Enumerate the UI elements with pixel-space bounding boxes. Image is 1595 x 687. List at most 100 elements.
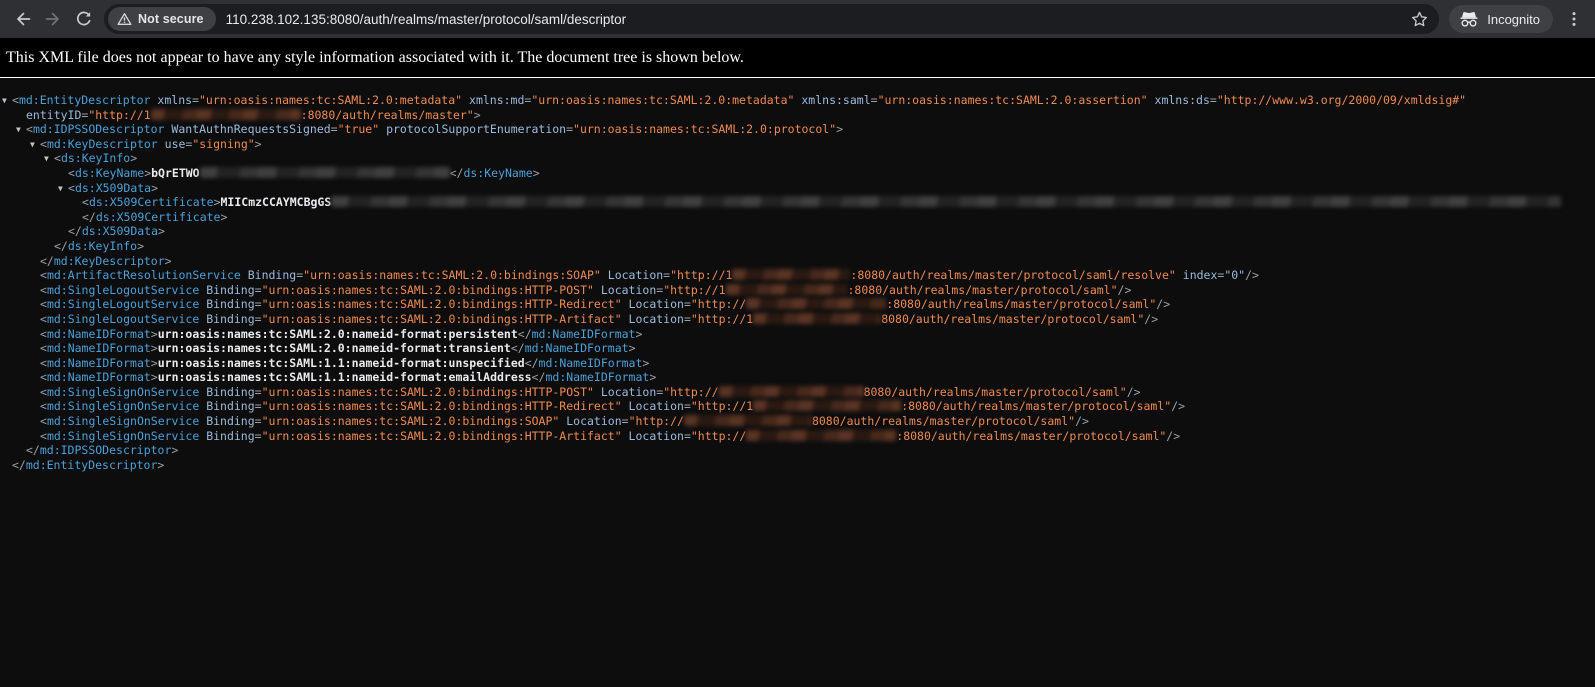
redacted-text	[200, 167, 450, 178]
url-text[interactable]: 110.238.102.135:8080/auth/realms/master/…	[226, 12, 1411, 27]
xml-attribute-value: "urn:oasis:names:tc:SAML:2.0:assertion"	[878, 93, 1148, 107]
collapse-toggle-icon[interactable]: ▼	[16, 123, 26, 138]
reload-button[interactable]	[68, 4, 98, 34]
xml-punctuation: =	[331, 122, 338, 136]
xml-line: <md:SingleLogoutService Binding="urn:oas…	[0, 297, 1595, 312]
xml-attribute-value: "urn:oasis:names:tc:SAML:2.0:bindings:HT…	[262, 297, 622, 311]
xml-attribute-value: :8080/auth/realms/master"	[301, 108, 474, 122]
xml-punctuation: </	[450, 166, 464, 180]
xml-punctuation: </	[54, 239, 68, 253]
xml-punctuation: =	[192, 93, 199, 107]
xml-attribute-name: protocolSupportEnumeration	[379, 122, 566, 136]
xml-attribute-value: :8080/auth/realms/master/protocol/saml"	[901, 399, 1171, 413]
xml-attribute-name: Location	[622, 429, 684, 443]
xml-tag-name: md:SingleSignOnService	[47, 399, 199, 413]
xml-punctuation: <	[40, 268, 47, 282]
xml-attribute-value: "urn:oasis:names:tc:SAML:2.0:metadata"	[531, 93, 794, 107]
xml-tag-name: ds:X509Certificate	[96, 210, 221, 224]
xml-attribute-value: 8080/auth/realms/master/protocol/saml"	[881, 312, 1144, 326]
xml-tag-name: ds:KeyInfo	[68, 239, 137, 253]
xml-attribute-value: "urn:oasis:names:tc:SAML:2.0:bindings:SO…	[303, 268, 601, 282]
xml-punctuation: >	[158, 224, 165, 238]
incognito-label: Incognito	[1487, 12, 1540, 27]
xml-attribute-name: Binding	[199, 297, 254, 311]
xml-line: </md:KeyDescriptor>	[0, 254, 1595, 269]
xml-tag-name: ds:X509Data	[75, 181, 151, 195]
redacted-text	[746, 298, 886, 309]
forward-button[interactable]	[38, 4, 68, 34]
xml-punctuation: >	[220, 210, 227, 224]
warning-triangle-icon	[117, 12, 132, 26]
collapse-toggle-icon[interactable]: ▼	[2, 94, 12, 109]
xml-viewer-banner-text: This XML file does not appear to have an…	[6, 49, 1587, 67]
xml-attribute-value: "http://1	[663, 283, 725, 297]
back-button[interactable]	[8, 4, 38, 34]
xml-punctuation: <	[40, 297, 47, 311]
xml-text-content: urn:oasis:names:tc:SAML:2.0:nameid-forma…	[158, 341, 511, 355]
xml-attribute-name: xmlns:md	[462, 93, 524, 107]
url-bar[interactable]: Not secure 110.238.102.135:8080/auth/rea…	[104, 4, 1439, 34]
xml-attribute-name: WantAuthnRequestsSigned	[165, 122, 331, 136]
bookmark-button[interactable]	[1410, 10, 1429, 29]
xml-punctuation: >	[130, 151, 137, 165]
xml-line: ▼<ds:X509Data>	[0, 181, 1595, 196]
xml-punctuation: <	[40, 312, 47, 326]
xml-punctuation: />	[1075, 414, 1089, 428]
xml-punctuation: </	[12, 458, 26, 472]
incognito-icon	[1459, 10, 1479, 28]
xml-line: </ds:X509Data>	[0, 224, 1595, 239]
xml-tag-name: md:KeyDescriptor	[54, 254, 165, 268]
reload-icon	[74, 10, 93, 29]
three-dots-icon	[1565, 10, 1583, 28]
xml-tag-name: md:IDPSSODescriptor	[40, 443, 172, 457]
xml-attribute-value: "true"	[338, 122, 380, 136]
not-secure-chip[interactable]: Not secure	[108, 7, 216, 31]
xml-tag-name: md:IDPSSODescriptor	[33, 122, 165, 136]
xml-punctuation: >	[635, 327, 642, 341]
xml-punctuation: >	[533, 166, 540, 180]
forward-arrow-icon	[43, 9, 63, 29]
xml-punctuation: />	[1144, 312, 1158, 326]
xml-tag-name: ds:X509Data	[82, 224, 158, 238]
browser-menu-button[interactable]	[1563, 10, 1585, 28]
xml-punctuation: <	[40, 137, 47, 151]
xml-tag-name: md:NameIDFormat	[525, 341, 629, 355]
xml-punctuation: <	[40, 283, 47, 297]
collapse-toggle-icon[interactable]: ▼	[58, 182, 68, 197]
xml-line: </md:IDPSSODescriptor>	[0, 443, 1595, 458]
xml-punctuation: =	[566, 122, 573, 136]
xml-attribute-value: "urn:oasis:names:tc:SAML:2.0:bindings:HT…	[262, 283, 594, 297]
xml-punctuation: <	[40, 385, 47, 399]
xml-attribute-value: "http://1	[670, 268, 732, 282]
collapse-toggle-icon[interactable]: ▼	[44, 152, 54, 167]
xml-attribute-value: "0"	[1224, 268, 1245, 282]
back-arrow-icon	[13, 9, 33, 29]
xml-tag-name: md:EntityDescriptor	[19, 93, 151, 107]
xml-punctuation: >	[157, 458, 164, 472]
collapse-toggle-icon[interactable]: ▼	[30, 138, 40, 153]
xml-tag-name: md:SingleSignOnService	[47, 385, 199, 399]
xml-attribute-name: Binding	[199, 312, 254, 326]
xml-line: <md:NameIDFormat>urn:oasis:names:tc:SAML…	[0, 356, 1595, 371]
xml-punctuation: =	[871, 93, 878, 107]
xml-attribute-value: "http://	[691, 297, 746, 311]
xml-punctuation: >	[649, 370, 656, 384]
xml-line: <md:NameIDFormat>urn:oasis:names:tc:SAML…	[0, 370, 1595, 385]
xml-punctuation: </	[68, 224, 82, 238]
xml-attribute-name: Binding	[241, 268, 296, 282]
xml-attribute-value: 8080/auth/realms/master/protocol/saml"	[864, 385, 1127, 399]
xml-tag-name: md:SingleSignOnService	[47, 429, 199, 443]
xml-line: <md:NameIDFormat>urn:oasis:names:tc:SAML…	[0, 341, 1595, 356]
xml-punctuation: =	[255, 312, 262, 326]
xml-attribute-value: "urn:oasis:names:tc:SAML:2.0:bindings:HT…	[262, 312, 622, 326]
xml-punctuation: >	[642, 356, 649, 370]
xml-line: <md:SingleLogoutService Binding="urn:oas…	[0, 312, 1595, 327]
xml-attribute-name: Binding	[199, 283, 254, 297]
xml-attribute-value: "signing"	[192, 137, 254, 151]
xml-tag-name: md:SingleLogoutService	[47, 297, 199, 311]
xml-punctuation: <	[82, 195, 89, 209]
xml-line: </ds:KeyInfo>	[0, 239, 1595, 254]
xml-punctuation: =	[255, 414, 262, 428]
xml-tag-name: md:NameIDFormat	[545, 370, 649, 384]
xml-attribute-value: "urn:oasis:names:tc:SAML:2.0:bindings:HT…	[262, 429, 622, 443]
